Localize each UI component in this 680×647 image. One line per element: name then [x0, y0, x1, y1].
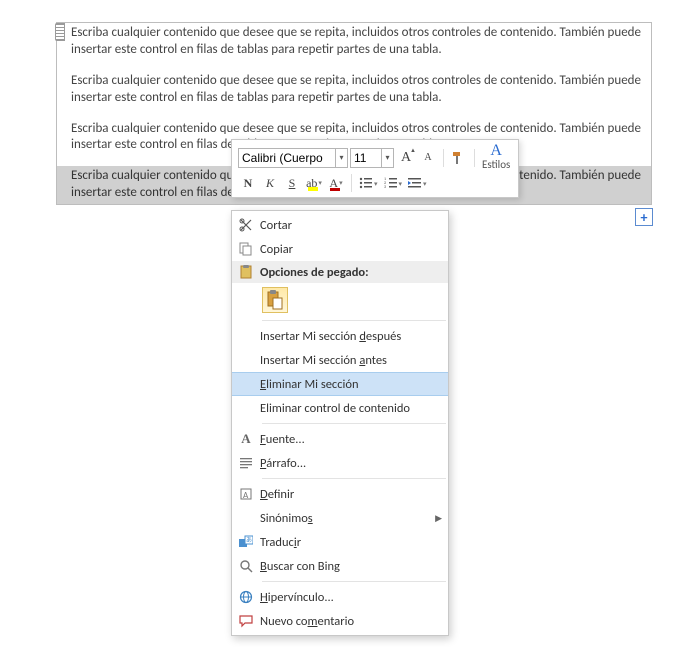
menu-item-copy[interactable]: Copiar [232, 237, 448, 261]
label: Buscar con Bing [260, 559, 442, 574]
chevron-down-icon: ▾ [339, 179, 343, 187]
label: Insertar Mi sección antes [260, 353, 442, 368]
bold-button[interactable]: N [238, 173, 258, 193]
define-icon: A [232, 487, 260, 501]
menu-item-delete-content-control[interactable]: Eliminar control de contenido [232, 396, 448, 420]
bullets-icon [359, 176, 373, 190]
font-color-button[interactable]: A ▾ [326, 173, 346, 193]
highlight-swatch [308, 187, 318, 191]
separator [351, 174, 352, 192]
underline-button[interactable]: S [282, 173, 302, 193]
separator [262, 423, 446, 424]
font-size-dropdown[interactable]: ▾ [382, 148, 394, 168]
label: Eliminar control de contenido [260, 401, 442, 416]
menu-item-hyperlink[interactable]: Hipervínculo... [232, 585, 448, 609]
comment-icon [232, 614, 260, 628]
separator [262, 478, 446, 479]
grow-font-button[interactable]: A [396, 148, 416, 168]
font-name-dropdown[interactable]: ▾ [336, 148, 348, 168]
font-color-swatch [330, 188, 340, 191]
styles-icon: A [482, 144, 510, 158]
label: Insertar Mi sección después [260, 329, 442, 344]
label: Hipervínculo... [260, 590, 442, 605]
highlight-button[interactable]: ab ▾ [304, 173, 324, 193]
font-name-input[interactable] [238, 148, 336, 168]
menu-paste-options-header: Opciones de pegado: [232, 261, 448, 283]
link-icon [232, 590, 260, 604]
font-size-input[interactable] [350, 148, 382, 168]
menu-item-insert-before[interactable]: Insertar Mi sección antes [232, 348, 448, 372]
separator [262, 581, 446, 582]
label: Nuevo comentario [260, 614, 442, 629]
menu-item-translate[interactable]: あ Traducir [232, 530, 448, 554]
italic-button[interactable]: K [260, 173, 280, 193]
menu-item-new-comment[interactable]: Nuevo comentario [232, 609, 448, 633]
menu-item-insert-after[interactable]: Insertar Mi sección después [232, 324, 448, 348]
svg-text:あ: あ [246, 536, 252, 544]
search-icon [232, 559, 260, 573]
scissors-icon [232, 218, 260, 232]
svg-text:A: A [243, 490, 249, 501]
menu-item-search-bing[interactable]: Buscar con Bing [232, 554, 448, 578]
separator [262, 320, 446, 321]
bullets-button[interactable]: ▾ [357, 173, 380, 193]
svg-text:3: 3 [384, 185, 386, 190]
numbering-button[interactable]: 123 ▾ [382, 173, 405, 193]
menu-item-cut[interactable]: Cortar [232, 213, 448, 237]
submenu-arrow-icon: ▶ [435, 513, 442, 524]
format-painter-button[interactable] [449, 148, 469, 168]
label: Copiar [260, 242, 442, 257]
paintbrush-icon [451, 150, 467, 166]
shrink-font-button[interactable]: A [418, 148, 438, 168]
label: Cortar [260, 218, 292, 233]
separator [474, 149, 475, 167]
chevron-down-icon: ▾ [374, 179, 378, 188]
menu-item-define[interactable]: A Definir [232, 482, 448, 506]
repeated-paragraph: Escriba cualquier contenido que desee qu… [57, 23, 651, 61]
label: Traducir [260, 535, 442, 550]
mini-format-toolbar: ▾ ▾ A A A Estilos N K S ab ▾ A ▾ ▾ [231, 139, 519, 198]
indent-button[interactable]: ▾ [406, 173, 429, 193]
indent-icon [408, 176, 422, 190]
translate-icon: あ [232, 535, 260, 549]
plus-icon: + [641, 209, 648, 226]
label: Fuente... [260, 432, 442, 447]
menu-item-synonyms[interactable]: Sinónimos ▶ [232, 506, 448, 530]
menu-item-font[interactable]: A Fuente... [232, 427, 448, 451]
add-section-button[interactable]: + [635, 208, 653, 226]
menu-item-delete-section[interactable]: Eliminar Mi sección [232, 372, 448, 396]
numbering-icon: 123 [384, 176, 398, 190]
styles-button[interactable]: A Estilos [480, 144, 512, 171]
chevron-down-icon: ▾ [399, 179, 403, 188]
label: Sinónimos [260, 511, 435, 526]
chevron-down-icon: ▾ [318, 179, 322, 187]
paragraph-icon [232, 456, 260, 470]
content-control-handle[interactable] [55, 23, 65, 41]
styles-label: Estilos [482, 158, 510, 171]
font-icon: A [232, 431, 260, 447]
label: Opciones de pegado: [260, 265, 442, 280]
paste-option-keep-source[interactable] [232, 283, 448, 317]
separator [443, 149, 444, 167]
label: Eliminar Mi sección [260, 377, 442, 392]
copy-icon [232, 242, 260, 256]
clipboard-icon [232, 265, 260, 279]
repeated-paragraph: Escriba cualquier contenido que desee qu… [57, 71, 651, 109]
context-menu: Cortar Copiar Opciones de pegado: Insert… [231, 210, 449, 636]
label: Definir [260, 487, 442, 502]
paste-clipboard-icon [262, 287, 288, 313]
chevron-down-icon: ▾ [423, 179, 427, 188]
label: Párrafo... [260, 456, 442, 471]
menu-item-paragraph[interactable]: Párrafo... [232, 451, 448, 475]
